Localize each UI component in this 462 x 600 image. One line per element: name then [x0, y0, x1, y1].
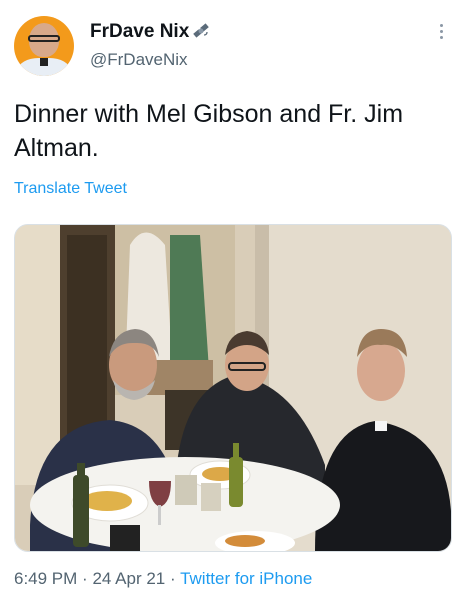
avatar-glasses: [28, 35, 60, 42]
meta-separator: ·: [82, 569, 88, 588]
tweet-time[interactable]: 6:49 PM: [14, 569, 77, 588]
tweet-meta: 6:49 PM · 24 Apr 21 · Twitter for iPhone: [14, 569, 312, 589]
satellite-icon: [193, 23, 209, 38]
translate-tweet-link[interactable]: Translate Tweet: [14, 180, 127, 198]
tweet-source-link[interactable]: Twitter for iPhone: [180, 569, 312, 588]
profile-avatar[interactable]: [14, 16, 74, 76]
user-handle[interactable]: @FrDaveNix: [90, 50, 188, 70]
tweet-photo[interactable]: [14, 224, 452, 552]
tweet-date[interactable]: 24 Apr 21: [92, 569, 165, 588]
tweet-text: Dinner with Mel Gibson and Fr. Jim Altma…: [14, 100, 404, 162]
avatar-collar: [40, 58, 48, 66]
dinner-photo-image: [15, 225, 451, 551]
display-name[interactable]: FrDave Nix: [90, 21, 189, 43]
meta-separator-2: ·: [169, 569, 176, 588]
more-icon[interactable]: [438, 24, 444, 44]
